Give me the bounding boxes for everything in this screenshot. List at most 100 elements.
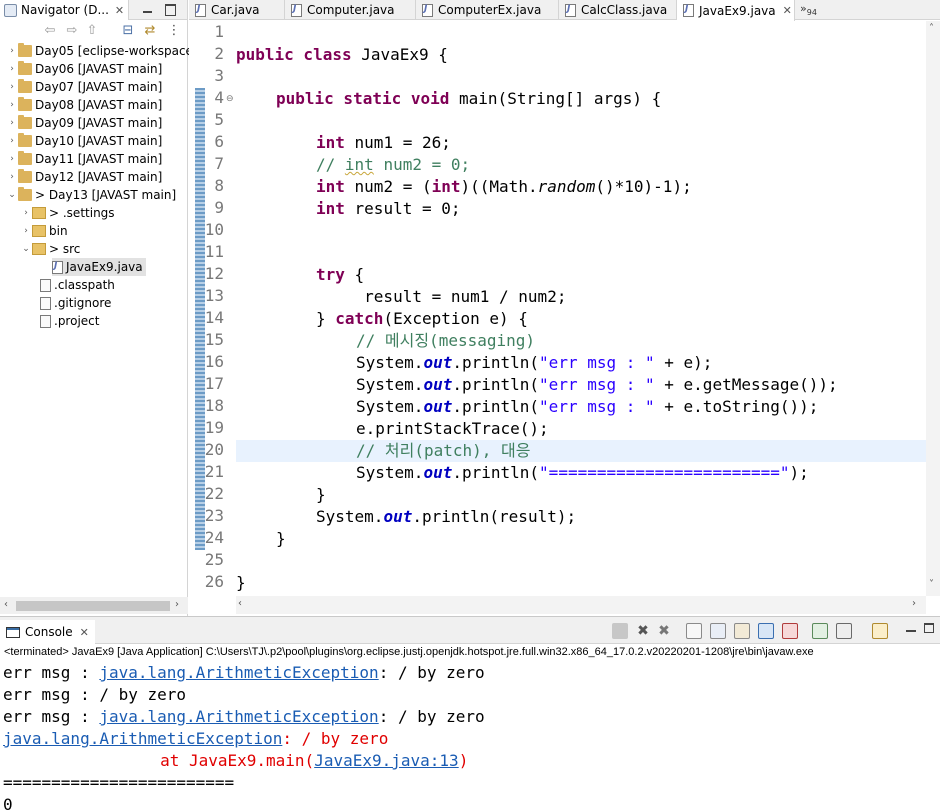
close-icon[interactable]: ✕ <box>115 4 124 17</box>
show-on-stderr-icon[interactable] <box>782 623 798 639</box>
up-arrow-icon[interactable]: ⇧ <box>84 23 100 39</box>
java-file-icon <box>291 3 302 17</box>
tree-item-file[interactable]: .classpath <box>40 276 115 294</box>
code-text: .println( <box>452 463 540 482</box>
tree-item-file[interactable]: .gitignore <box>40 294 111 312</box>
remove-launch-icon[interactable]: ✖ <box>635 623 651 639</box>
chevron-right-icon[interactable]: › <box>6 46 18 56</box>
minimize-icon[interactable] <box>906 623 916 632</box>
exception-link[interactable]: java.lang.ArithmeticException <box>3 729 282 748</box>
tree-item-folder-expanded[interactable]: ⌄ > src <box>20 240 80 258</box>
exception-link[interactable]: java.lang.ArithmeticException <box>99 707 378 726</box>
line-number: 11 <box>204 242 224 261</box>
scroll-left-icon[interactable]: ‹ <box>238 598 242 609</box>
tree-item-project[interactable]: › Day12 [JAVAST main] <box>6 168 162 186</box>
tree-item-file[interactable]: .project <box>40 312 99 330</box>
scroll-down-icon[interactable]: ˅ <box>929 579 934 590</box>
navigator-tab[interactable]: Navigator (D... ✕ <box>0 0 130 20</box>
chevron-right-icon[interactable]: › <box>6 136 18 146</box>
navigator-view: Navigator (D... ✕ ⇦ ⇨ ⇧ ⊟ ⇄ ⋮ › Day05 [ec… <box>0 0 193 616</box>
chevron-right-icon[interactable]: › <box>6 154 18 164</box>
editor-tab-active[interactable]: JavaEx9.java ✕ <box>677 0 795 21</box>
output-text: : / by zero <box>378 663 485 682</box>
open-console-icon[interactable] <box>872 623 888 639</box>
scrollbar-thumb[interactable] <box>16 601 170 611</box>
tree-item-project-expanded[interactable]: ⌄ > Day13 [JAVAST main] <box>6 186 176 204</box>
chevron-right-icon[interactable]: › <box>6 82 18 92</box>
close-icon[interactable]: ✕ <box>80 626 89 639</box>
project-folder-icon <box>18 43 32 57</box>
project-folder-icon <box>18 79 32 93</box>
show-on-stdout-icon[interactable] <box>758 623 774 639</box>
tree-item-project[interactable]: › Day08 [JAVAST main] <box>6 96 162 114</box>
keyword: public static void <box>276 89 450 108</box>
maximize-icon[interactable] <box>924 623 934 633</box>
remove-all-icon[interactable]: ✖ <box>656 623 672 639</box>
chevron-right-icon[interactable]: › <box>6 172 18 182</box>
tree-item-folder[interactable]: › bin <box>20 222 68 240</box>
more-tabs-button[interactable]: »94 <box>800 2 817 17</box>
chevron-right-icon[interactable]: › <box>20 226 32 236</box>
editor-vertical-scrollbar[interactable]: ˄ ˅ <box>926 21 940 596</box>
code-text: )((Math. <box>460 177 538 196</box>
code-text: System. <box>356 375 424 394</box>
tree-item-project[interactable]: › Day05 [eclipse-workspace <box>6 42 193 60</box>
chevron-down-icon[interactable]: ⌄ <box>6 190 18 200</box>
editor-tab[interactable]: ComputerEx.java <box>416 0 559 20</box>
link-with-editor-icon[interactable]: ⇄ <box>142 23 158 39</box>
scroll-right-icon[interactable]: › <box>175 599 179 610</box>
scroll-lock-icon[interactable] <box>710 623 726 639</box>
scroll-right-icon[interactable]: › <box>912 598 916 609</box>
java-file-icon <box>195 3 206 17</box>
error-text: ) <box>458 751 469 770</box>
editor-horizontal-scrollbar[interactable]: ‹ › <box>236 596 926 614</box>
keyword: catch <box>335 309 384 328</box>
line-number: 18 <box>204 396 224 415</box>
chevron-right-icon[interactable]: › <box>20 208 32 218</box>
line-number: 22 <box>204 484 224 503</box>
code-area[interactable]: 1 2 3 4 5 6 7 8 9 10 11 12 13 14 15 16 17 18 19 20 21 22 23 24 2… <box>189 21 940 596</box>
editor-tab[interactable]: CalcClass.java <box>559 0 677 20</box>
tree-item-project[interactable]: › Day10 [JAVAST main] <box>6 132 162 150</box>
collapse-all-icon[interactable]: ⊟ <box>120 23 136 39</box>
back-arrow-icon[interactable]: ⇦ <box>42 23 58 39</box>
tree-item-project[interactable]: › Day07 [JAVAST main] <box>6 78 162 96</box>
forward-arrow-icon[interactable]: ⇨ <box>64 23 80 39</box>
display-selected-console-icon[interactable] <box>836 623 852 639</box>
tree-item-java-file[interactable]: JavaEx9.java <box>52 258 146 276</box>
close-icon[interactable]: ✕ <box>783 4 792 17</box>
console-output-line: ======================== <box>3 773 235 792</box>
tree-item-folder[interactable]: › > .settings <box>20 204 114 222</box>
console-tab[interactable]: Console ✕ <box>0 620 95 644</box>
exception-link[interactable]: java.lang.ArithmeticException <box>99 663 378 682</box>
launch-status-text: <terminated> JavaEx9 [Java Application] … <box>4 646 814 658</box>
source-link[interactable]: JavaEx9.java:13 <box>314 751 459 770</box>
code-text: + e.toString()); <box>654 397 819 416</box>
chevron-right-icon[interactable]: › <box>6 118 18 128</box>
scroll-up-icon[interactable]: ˄ <box>929 23 934 34</box>
tree-item-project[interactable]: › Day09 [JAVAST main] <box>6 114 162 132</box>
chevron-down-icon[interactable]: ⌄ <box>20 244 32 254</box>
code-text: System. <box>316 507 384 526</box>
view-menu-icon[interactable]: ⋮ <box>166 23 182 39</box>
editor-tab[interactable]: Computer.java <box>285 0 416 20</box>
editor-tab[interactable]: Car.java <box>189 0 285 20</box>
clear-console-icon[interactable] <box>686 623 702 639</box>
pin-console-icon[interactable] <box>812 623 828 639</box>
navigator-horizontal-scrollbar[interactable]: ‹ › <box>0 597 188 614</box>
fold-collapse-icon[interactable]: ⊖ <box>226 94 234 104</box>
chevron-right-icon[interactable]: › <box>6 100 18 110</box>
tree-item-project[interactable]: › Day06 [JAVAST main] <box>6 60 162 78</box>
word-wrap-icon[interactable] <box>734 623 750 639</box>
code-line-2: public class JavaEx9 { <box>236 44 448 66</box>
tree-item-label: bin <box>49 224 68 238</box>
code-line-18: System.out.println("err msg : " + e.toSt… <box>356 396 818 418</box>
maximize-icon[interactable] <box>163 2 177 16</box>
scroll-left-icon[interactable]: ‹ <box>4 599 8 610</box>
current-line-highlight <box>236 440 926 462</box>
tree-item-project[interactable]: › Day11 [JAVAST main] <box>6 150 162 168</box>
chevron-right-icon[interactable]: › <box>6 64 18 74</box>
terminate-icon[interactable] <box>612 623 628 639</box>
minimize-icon[interactable] <box>141 2 155 16</box>
folder-icon <box>32 207 46 219</box>
